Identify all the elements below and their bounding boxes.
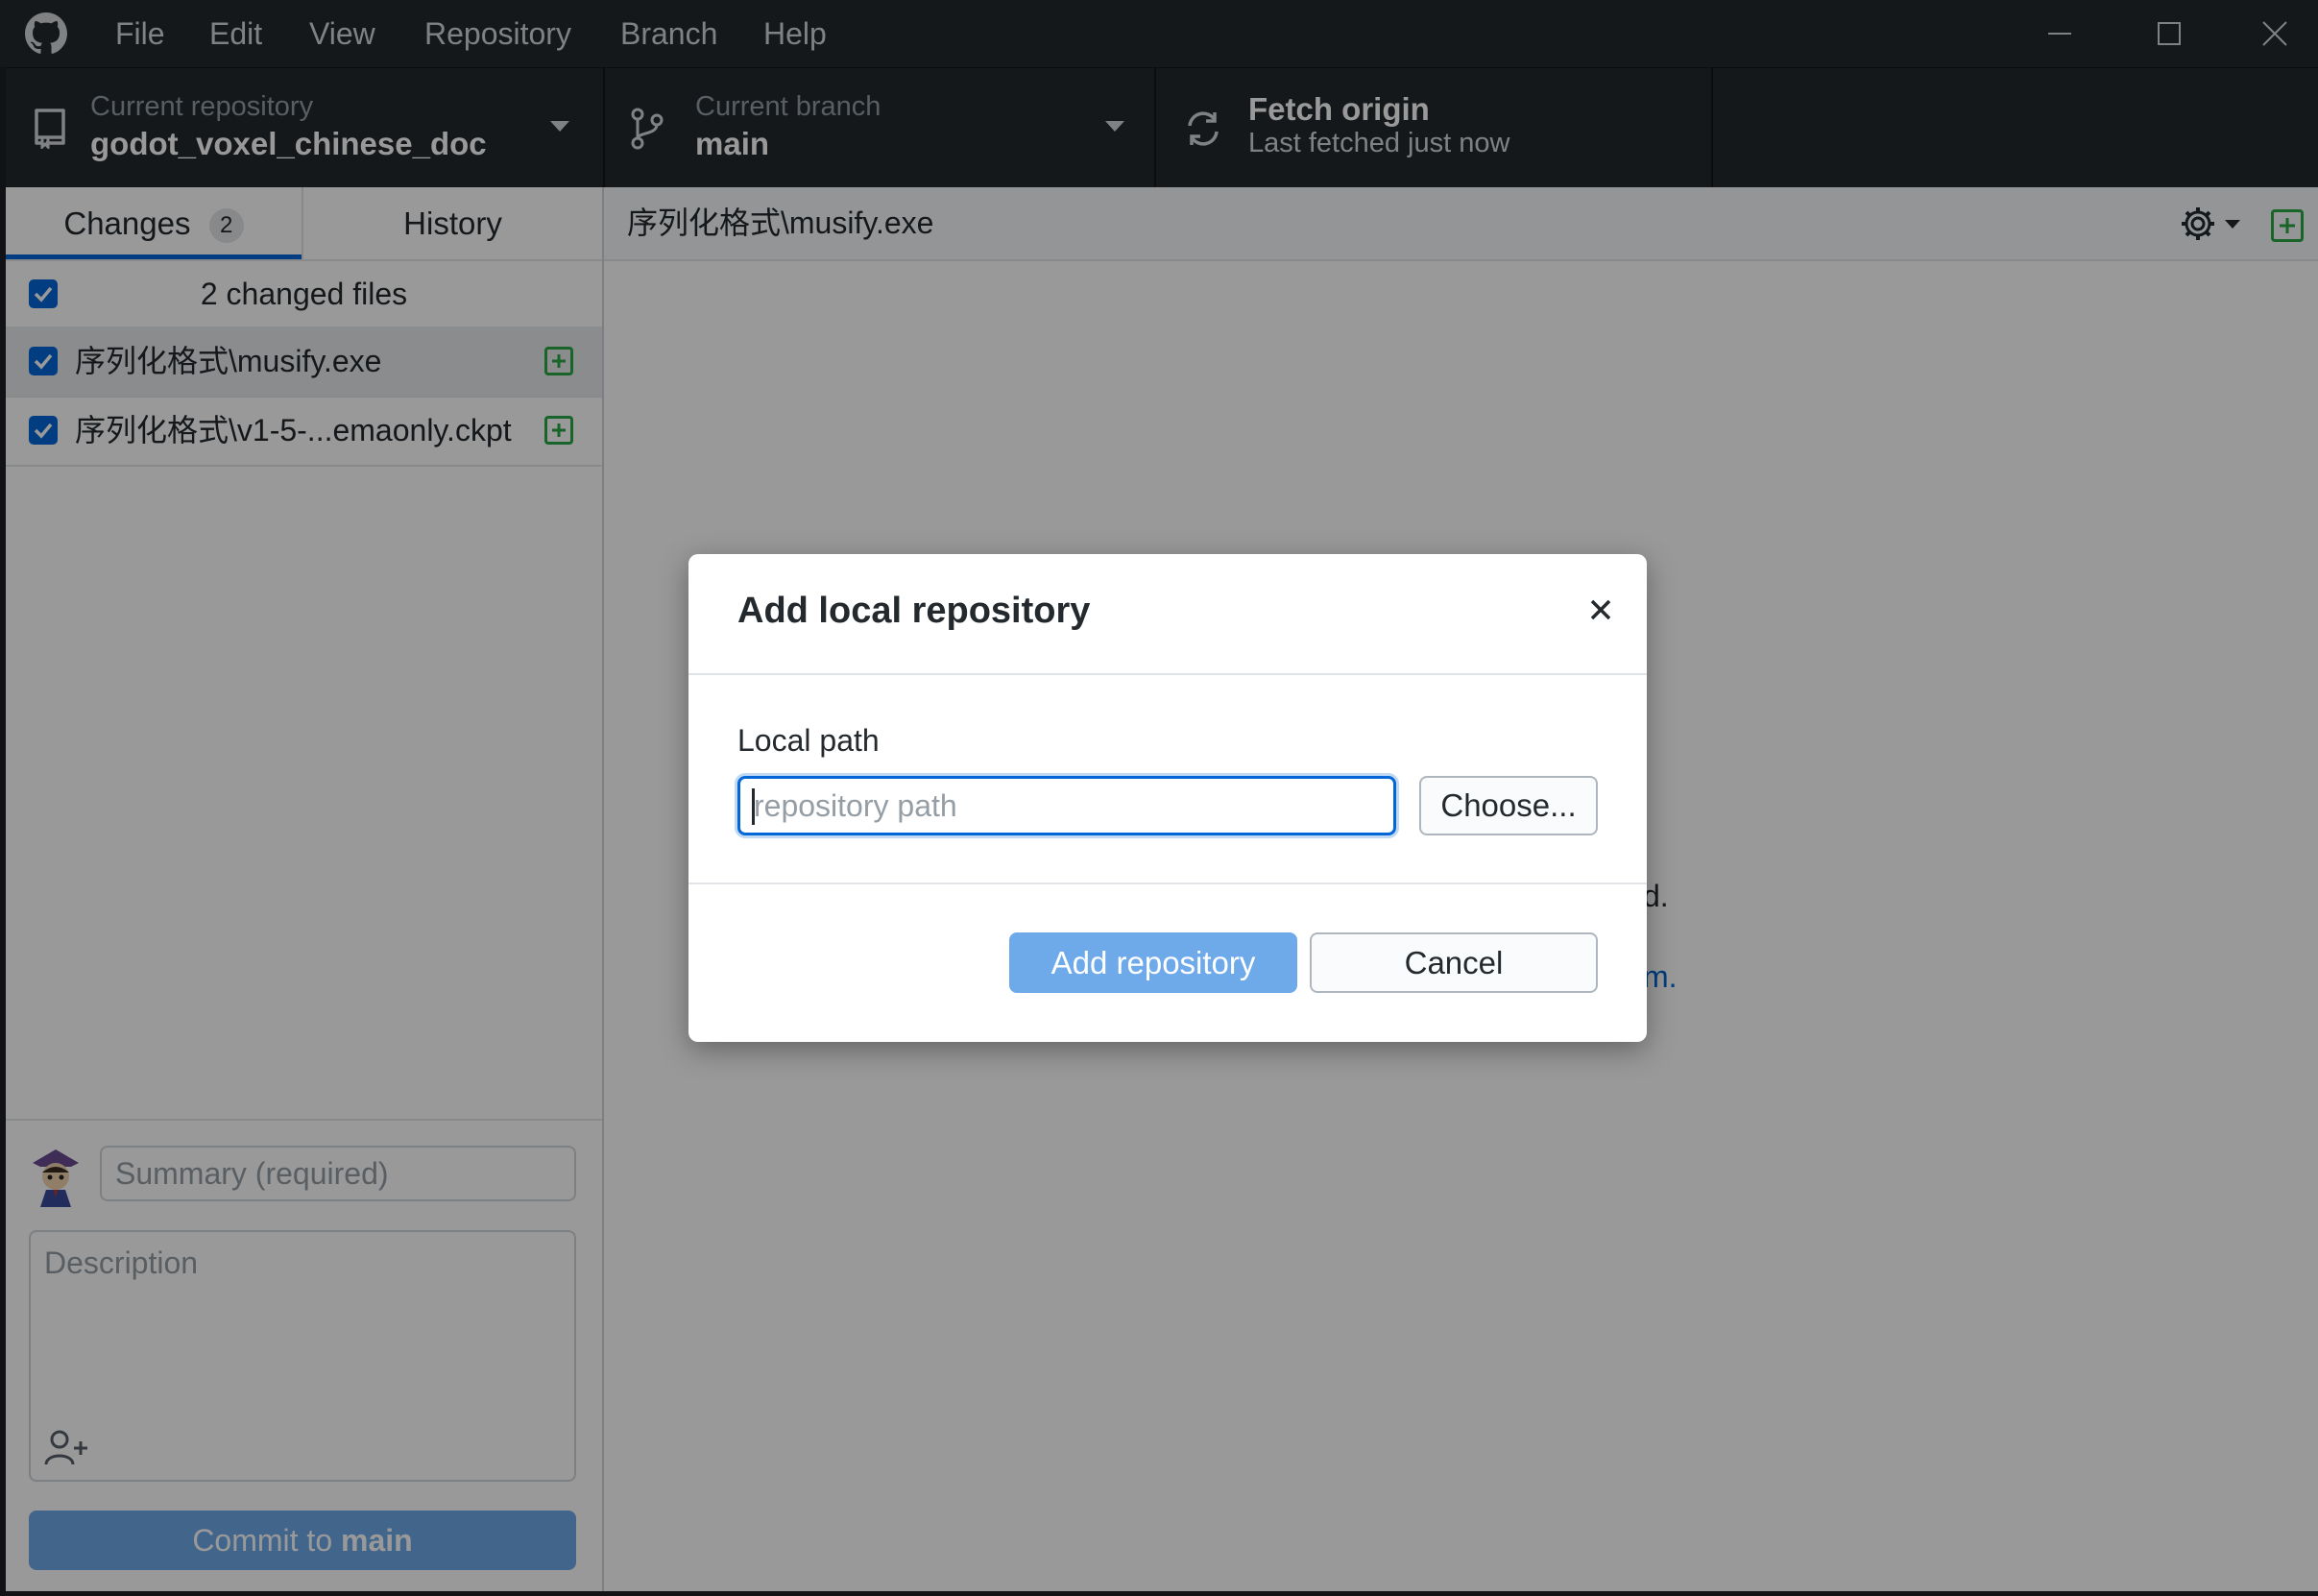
add-local-repository-dialog: Add local repository Local path reposito…: [688, 554, 1647, 1042]
local-path-label: Local path: [737, 723, 880, 758]
divider: [688, 673, 1647, 675]
divider: [688, 883, 1647, 884]
local-path-input[interactable]: repository path: [737, 776, 1396, 835]
add-repository-button[interactable]: Add repository: [1009, 932, 1297, 993]
dialog-title: Add local repository: [737, 591, 1091, 631]
dialog-close-button[interactable]: [1582, 591, 1620, 629]
cancel-button[interactable]: Cancel: [1310, 932, 1598, 993]
choose-button[interactable]: Choose...: [1419, 776, 1598, 835]
close-icon: [1590, 599, 1611, 620]
local-path-placeholder: repository path: [754, 788, 957, 823]
